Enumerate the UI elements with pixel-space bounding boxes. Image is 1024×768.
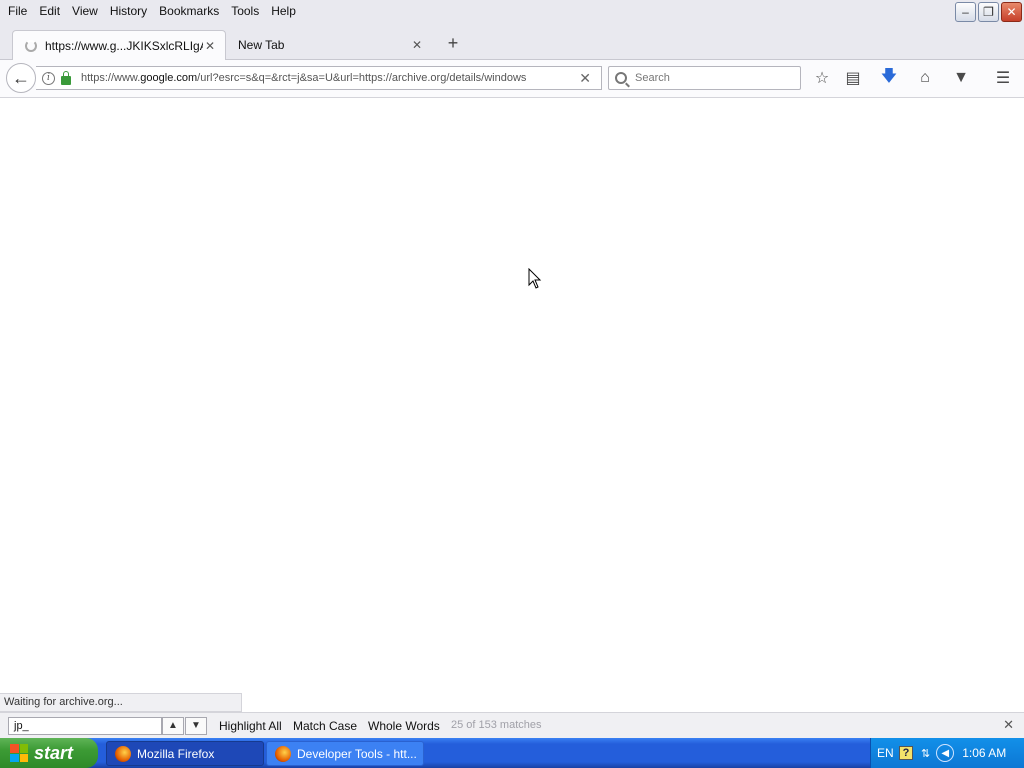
- menu-history[interactable]: History: [104, 1, 153, 21]
- menu-edit[interactable]: Edit: [33, 1, 66, 21]
- firefox-icon: [115, 745, 131, 762]
- taskbar-item-developer-tools[interactable]: Developer Tools - htt...: [266, 741, 424, 766]
- highlight-all-button[interactable]: Highlight All: [219, 719, 282, 733]
- menu-view[interactable]: View: [66, 1, 104, 21]
- find-close-icon[interactable]: ✕: [1003, 717, 1014, 733]
- status-panel: Waiting for archive.org...: [0, 693, 242, 712]
- search-placeholder: Search: [635, 72, 670, 84]
- loading-spinner-icon: [25, 39, 37, 52]
- search-bar[interactable]: Search: [608, 66, 801, 90]
- tab-label: https://www.g...JKIKSxlcRLIgA: [45, 38, 203, 53]
- url-text[interactable]: https://www.google.com/url?esrc=s&q=&rct…: [81, 72, 539, 84]
- minimize-icon: –: [962, 5, 969, 19]
- home-icon[interactable]: ⌂: [915, 68, 935, 88]
- taskbar-item-label: Developer Tools - htt...: [297, 746, 417, 761]
- close-icon: ✕: [1006, 5, 1017, 19]
- tab-strip: https://www.g...JKIKSxlcRLIgA ✕ New Tab …: [0, 22, 1024, 60]
- lock-icon[interactable]: [61, 70, 71, 85]
- url-path: /url?esrc=s&q=&rct=j&sa=U&url=https://ar…: [197, 72, 527, 84]
- back-arrow-icon: ←: [12, 67, 30, 88]
- site-info-icon[interactable]: i: [42, 71, 55, 85]
- mouse-cursor-icon: [528, 268, 542, 289]
- downloads-icon[interactable]: 🡇: [879, 68, 899, 88]
- taskbar-item-firefox[interactable]: Mozilla Firefox: [106, 741, 264, 766]
- menu-help[interactable]: Help: [265, 1, 302, 21]
- tab-label: New Tab: [238, 38, 285, 52]
- url-host-prefix: https://www.: [81, 72, 141, 84]
- plus-icon: +: [447, 33, 459, 53]
- page-content[interactable]: [0, 99, 1024, 711]
- find-previous-button[interactable]: ▲: [162, 717, 184, 735]
- find-bar: jp_ ▲ ▼ Highlight All Match Case Whole W…: [0, 712, 1024, 738]
- tab-google-redirect[interactable]: https://www.g...JKIKSxlcRLIgA ✕: [12, 30, 226, 60]
- back-button[interactable]: ←: [6, 63, 36, 93]
- tab-new-tab[interactable]: New Tab ✕: [226, 30, 432, 60]
- stop-loading-icon[interactable]: ✕: [579, 70, 591, 87]
- hamburger-menu-icon[interactable]: ☰: [993, 68, 1013, 88]
- start-label: start: [34, 742, 74, 763]
- taskbar-item-label: Mozilla Firefox: [137, 746, 215, 761]
- find-input[interactable]: jp_: [8, 717, 162, 735]
- menu-bookmarks[interactable]: Bookmarks: [153, 1, 225, 21]
- chevron-down-icon: ▼: [191, 720, 201, 731]
- volume-icon[interactable]: ◀: [936, 744, 955, 762]
- url-host: google.com: [140, 72, 198, 84]
- menu-bar: File Edit View History Bookmarks Tools H…: [0, 0, 1024, 22]
- firefox-icon: [275, 745, 291, 762]
- bookmarks-list-icon[interactable]: ▤: [843, 68, 863, 88]
- clock: 1:06 AM: [962, 746, 1007, 760]
- tab-close-icon[interactable]: ✕: [410, 38, 424, 52]
- restore-icon: ❐: [983, 5, 994, 19]
- restore-button[interactable]: ❐: [978, 2, 999, 22]
- find-next-button[interactable]: ▼: [185, 717, 207, 735]
- menu-file[interactable]: File: [2, 1, 33, 21]
- windows-logo-icon: [10, 744, 28, 762]
- navigation-toolbar: ← i https://www.google.com/url?esrc=s&q=…: [0, 60, 1024, 98]
- network-icon[interactable]: ⇅: [921, 747, 930, 760]
- system-tray: EN ? ⇅ ◀ 1:06 AM: [870, 738, 1024, 768]
- windows-taskbar: start Mozilla Firefox Developer Tools - …: [0, 738, 1024, 768]
- start-button[interactable]: start: [0, 738, 98, 768]
- pocket-icon[interactable]: ▼: [951, 68, 971, 88]
- close-window-button[interactable]: ✕: [1001, 2, 1022, 22]
- chevron-up-icon: ▲: [168, 720, 178, 731]
- find-match-status: 25 of 153 matches: [451, 719, 542, 731]
- search-icon: [615, 72, 627, 84]
- bookmark-star-icon[interactable]: ☆: [812, 68, 832, 88]
- url-bar[interactable]: i https://www.google.com/url?esrc=s&q=&r…: [36, 66, 602, 90]
- match-case-button[interactable]: Match Case: [293, 719, 357, 733]
- tab-close-icon[interactable]: ✕: [203, 39, 217, 53]
- language-indicator[interactable]: EN: [877, 746, 895, 760]
- window-controls: – ❐ ✕: [955, 2, 1022, 22]
- new-tab-button[interactable]: +: [444, 32, 462, 54]
- whole-words-button[interactable]: Whole Words: [368, 719, 440, 733]
- menu-tools[interactable]: Tools: [225, 1, 265, 21]
- help-icon[interactable]: ?: [899, 746, 913, 760]
- minimize-button[interactable]: –: [955, 2, 976, 22]
